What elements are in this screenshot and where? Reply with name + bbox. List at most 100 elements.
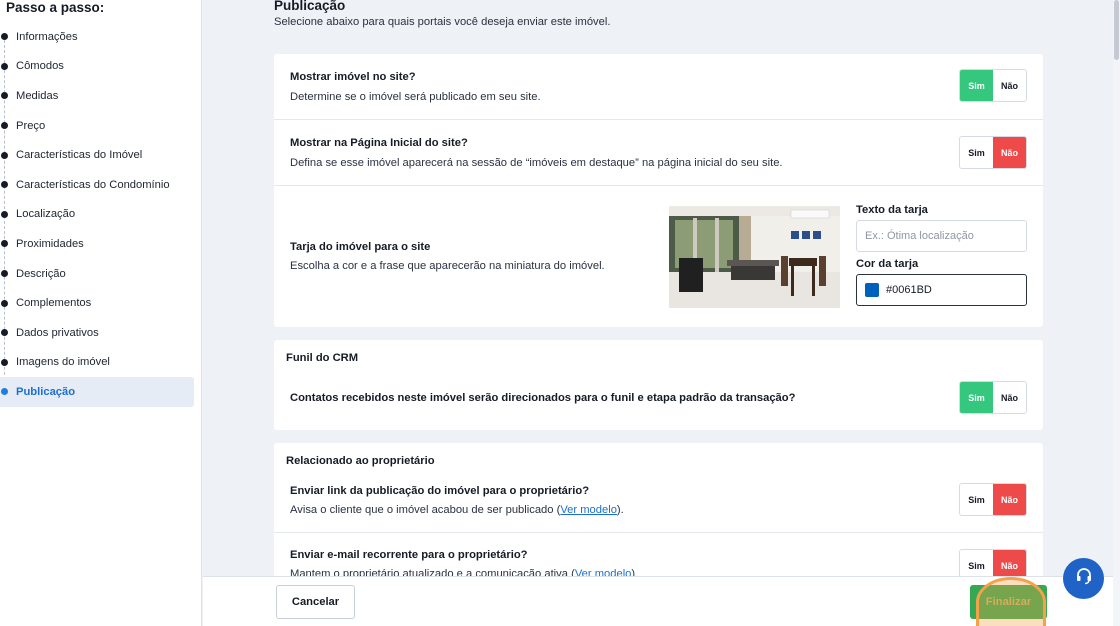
yes-option[interactable]: Sim xyxy=(960,137,993,168)
step-dados-privativos[interactable]: Dados privativos xyxy=(0,318,194,348)
step-dot xyxy=(1,62,8,70)
row-banner: Tarja do imóvel para o site Escolha a co… xyxy=(274,186,1043,327)
scrollbar-thumb[interactable] xyxy=(1114,0,1119,60)
step-label: Imagens do imóvel xyxy=(16,356,110,369)
row-title: Mostrar imóvel no site? xyxy=(290,71,416,83)
step-informacoes[interactable]: Informações xyxy=(0,22,194,52)
headset-icon xyxy=(1074,566,1094,591)
desc-text: ). xyxy=(616,504,624,516)
main-content: Publicação Selecione abaixo para quais p… xyxy=(203,0,1120,576)
no-option[interactable]: Não xyxy=(993,484,1026,515)
step-label: Publicação xyxy=(16,385,76,398)
no-option[interactable]: Não xyxy=(993,550,1026,576)
step-descricao[interactable]: Descrição xyxy=(0,259,194,289)
yes-option[interactable]: Sim xyxy=(960,484,993,515)
footer-bar: Cancelar Finalizar xyxy=(203,576,1120,626)
step-imagens[interactable]: Imagens do imóvel xyxy=(0,348,194,378)
desc-text: Mantem o proprietário atualizado e a com… xyxy=(290,568,575,576)
no-option[interactable]: Não xyxy=(993,382,1026,413)
crm-toggle: Sim Não xyxy=(959,381,1027,414)
cancel-button[interactable]: Cancelar xyxy=(276,585,355,619)
step-dot xyxy=(1,210,8,218)
step-dot xyxy=(1,358,8,366)
site-card: Mostrar imóvel no site? Determine se o i… xyxy=(274,54,1043,327)
page-title: Publicação xyxy=(274,0,346,13)
crm-card: Funil do CRM Contatos recebidos neste im… xyxy=(274,340,1043,430)
row-title: Enviar e-mail recorrente para o propriet… xyxy=(290,549,528,561)
step-label: Dados privativos xyxy=(16,326,99,339)
no-option[interactable]: Não xyxy=(993,70,1026,101)
row-title: Enviar link da publicação do imóvel para… xyxy=(290,485,590,497)
banner-color-value: #0061BD xyxy=(886,284,932,296)
show-on-home-toggle: Sim Não xyxy=(959,136,1027,169)
step-dot xyxy=(1,122,8,130)
step-label: Descrição xyxy=(16,267,66,280)
desc-text: ) xyxy=(631,568,636,576)
step-publicacao[interactable]: Publicação xyxy=(0,377,194,407)
row-send-link: Enviar link da publicação do imóvel para… xyxy=(274,473,1043,533)
banner-color-label: Cor da tarja xyxy=(856,258,919,270)
row-description: Escolha a cor e a frase que aparecerão n… xyxy=(290,260,605,272)
step-complementos[interactable]: Complementos xyxy=(0,288,194,318)
step-label: Complementos xyxy=(16,297,92,310)
sidebar-title: Passo a passo: xyxy=(6,0,105,15)
row-description: Mantem o proprietário atualizado e a com… xyxy=(290,568,635,576)
sidebar: Passo a passo: Informações Cômodos Medid… xyxy=(0,0,202,626)
row-show-on-home: Mostrar na Página Inicial do site? Defin… xyxy=(274,120,1043,186)
crm-question: Contatos recebidos neste imóvel serão di… xyxy=(290,392,796,404)
yes-option[interactable]: Sim xyxy=(960,70,993,101)
banner-color-input[interactable]: #0061BD xyxy=(856,274,1027,306)
step-label: Cômodos xyxy=(16,60,64,73)
finish-button[interactable]: Finalizar xyxy=(970,585,1047,619)
step-dot xyxy=(1,240,8,248)
step-medidas[interactable]: Medidas xyxy=(0,81,194,111)
step-preco[interactable]: Preço xyxy=(0,111,194,141)
step-label: Informações xyxy=(16,30,78,43)
color-swatch xyxy=(865,283,879,297)
ver-modelo-link[interactable]: Ver modelo xyxy=(560,504,617,516)
step-dot xyxy=(1,151,8,159)
row-description: Defina se esse imóvel aparecerá na sessã… xyxy=(290,157,783,169)
ver-modelo-link[interactable]: Ver modelo xyxy=(575,568,632,576)
recurring-email-toggle: Sim Não xyxy=(959,549,1027,576)
banner-text-input[interactable]: Ex.: Ótima localização xyxy=(856,220,1027,252)
step-caracteristicas-imovel[interactable]: Características do Imóvel xyxy=(0,140,194,170)
steps-list: Informações Cômodos Medidas Preço Caract… xyxy=(0,22,202,407)
step-caracteristicas-condominio[interactable]: Características do Condomínio xyxy=(0,170,194,200)
page-subtitle: Selecione abaixo para quais portais você… xyxy=(274,16,611,28)
step-dot xyxy=(1,92,8,100)
row-show-on-site: Mostrar imóvel no site? Determine se o i… xyxy=(274,54,1043,120)
help-button[interactable] xyxy=(1063,558,1104,599)
row-description: Avisa o cliente que o imóvel acabou de s… xyxy=(290,504,624,516)
banner-text-label: Texto da tarja xyxy=(856,204,928,216)
send-link-toggle: Sim Não xyxy=(959,483,1027,516)
step-label: Medidas xyxy=(16,89,59,102)
step-label: Proximidades xyxy=(16,237,84,250)
row-description: Determine se o imóvel será publicado em … xyxy=(290,91,541,103)
step-dot xyxy=(1,270,8,278)
step-dot xyxy=(1,329,8,337)
scrollbar[interactable] xyxy=(1113,0,1120,626)
step-proximidades[interactable]: Proximidades xyxy=(0,229,194,259)
step-dot xyxy=(1,388,8,396)
step-comodos[interactable]: Cômodos xyxy=(0,52,194,82)
row-title: Tarja do imóvel para o site xyxy=(290,241,431,253)
row-title: Mostrar na Página Inicial do site? xyxy=(290,137,468,149)
no-option[interactable]: Não xyxy=(993,137,1026,168)
step-dot xyxy=(1,299,8,307)
step-label: Preço xyxy=(16,119,46,132)
property-thumbnail xyxy=(669,206,840,308)
show-on-site-toggle: Sim Não xyxy=(959,69,1027,102)
row-recurring-email: Enviar e-mail recorrente para o propriet… xyxy=(274,533,1043,576)
crm-heading: Funil do CRM xyxy=(286,352,359,364)
yes-option[interactable]: Sim xyxy=(960,382,993,413)
step-dot xyxy=(1,181,8,189)
step-label: Características do Imóvel xyxy=(16,149,143,162)
step-label: Localização xyxy=(16,208,76,221)
step-localizacao[interactable]: Localização xyxy=(0,200,194,230)
yes-option[interactable]: Sim xyxy=(960,550,993,576)
desc-text: Avisa o cliente que o imóvel acabou de s… xyxy=(290,504,561,516)
owner-heading: Relacionado ao proprietário xyxy=(286,455,435,467)
step-label: Características do Condomínio xyxy=(16,178,170,191)
owner-card: Relacionado ao proprietário Enviar link … xyxy=(274,443,1043,576)
